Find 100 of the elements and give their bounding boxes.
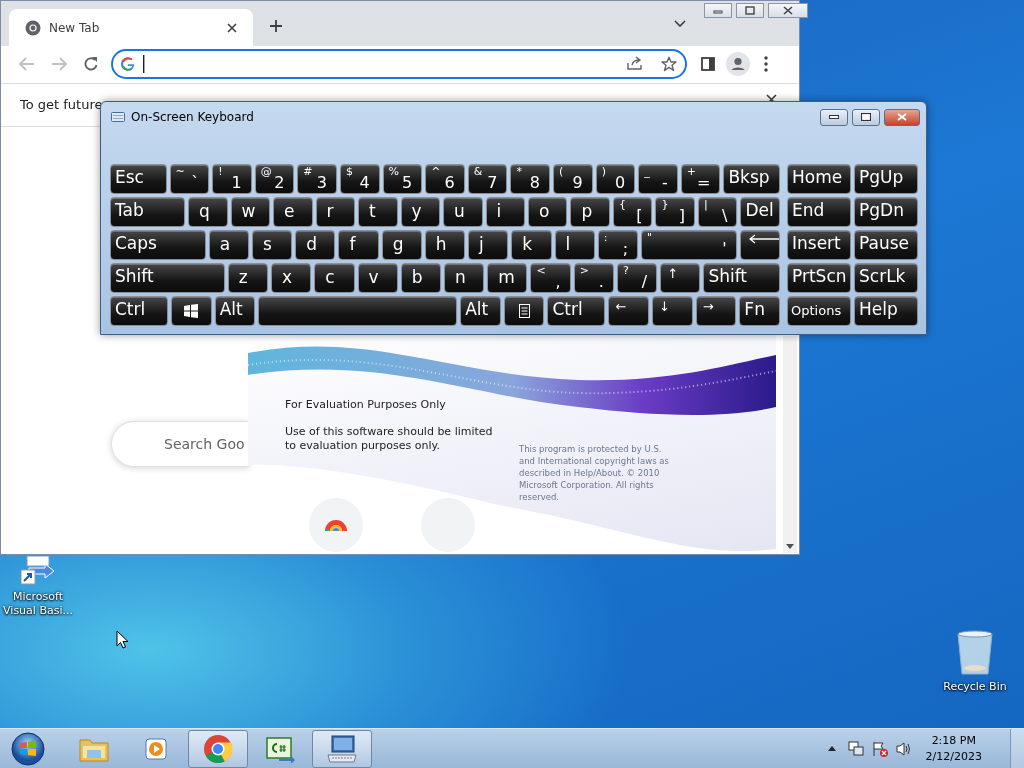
keyboard-key[interactable]: y xyxy=(400,197,440,227)
keyboard-key[interactable]: ? / xyxy=(616,263,658,293)
keyboard-key[interactable]: _ - xyxy=(638,164,678,194)
keyboard-key[interactable]: ) 0 xyxy=(595,164,636,194)
shortcut-tile[interactable] xyxy=(309,498,363,552)
keyboard-key[interactable]: q xyxy=(188,197,228,227)
keyboard-key[interactable]: Options xyxy=(787,296,851,326)
keyboard-key[interactable]: ScrLk xyxy=(854,263,918,293)
keyboard-key[interactable]: < , xyxy=(530,263,571,293)
keyboard-key[interactable]: ( 9 xyxy=(553,164,593,194)
keyboard-key[interactable] xyxy=(739,230,780,260)
keyboard-key[interactable]: → xyxy=(695,296,737,326)
keyboard-key[interactable]: { [ xyxy=(612,197,653,227)
keyboard-key[interactable]: ! 1 xyxy=(212,164,252,194)
keyboard-key[interactable]: j xyxy=(468,230,509,260)
keyboard-key[interactable]: Fn xyxy=(739,296,780,326)
clock[interactable]: 2:18 PM 2/12/2023 xyxy=(925,732,982,765)
keyboard-key[interactable]: PrtScn xyxy=(787,263,851,293)
keyboard-key[interactable]: s xyxy=(251,230,293,260)
keyboard-key[interactable]: l xyxy=(554,230,595,260)
keyboard-key[interactable]: % 5 xyxy=(382,164,423,194)
keyboard-key[interactable]: ~ ` xyxy=(169,164,210,194)
keyboard-key[interactable]: ↑ xyxy=(660,263,701,293)
keyboard-key[interactable]: Insert xyxy=(787,230,851,260)
keyboard-key[interactable]: Alt xyxy=(214,296,256,326)
keyboard-key[interactable]: i xyxy=(485,197,525,227)
taskbar-app-button[interactable] xyxy=(188,729,248,768)
keyboard-key[interactable]: } ] xyxy=(655,197,695,227)
menu-button[interactable] xyxy=(764,55,768,72)
profile-button[interactable] xyxy=(726,51,750,76)
scrollbar[interactable] xyxy=(783,336,797,553)
keyboard-key[interactable]: z xyxy=(227,263,269,293)
share-button[interactable] xyxy=(626,56,643,71)
address-bar[interactable] xyxy=(111,48,687,79)
keyboard-key[interactable]: & 7 xyxy=(467,164,508,194)
keyboard-key[interactable]: ^ 6 xyxy=(425,164,465,194)
keyboard-key[interactable]: Help xyxy=(854,296,918,326)
keyboard-key[interactable]: Caps xyxy=(110,230,206,260)
keyboard-key[interactable]: u xyxy=(443,197,483,227)
keyboard-key[interactable]: Pause xyxy=(854,230,918,260)
keyboard-key[interactable]: v xyxy=(357,263,398,293)
keyboard-key[interactable]: Ctrl xyxy=(547,296,606,326)
keyboard-key[interactable]: n xyxy=(444,263,485,293)
close-tab-button[interactable] xyxy=(227,22,237,33)
keyboard-key[interactable]: Tab xyxy=(110,197,186,227)
keyboard-key[interactable]: Shift xyxy=(110,263,225,293)
keyboard-key[interactable]: End xyxy=(787,197,851,227)
keyboard-key[interactable]: ← xyxy=(608,296,650,326)
bookmark-button[interactable] xyxy=(661,55,677,72)
keyboard-key[interactable]: o xyxy=(528,197,568,227)
browser-tab[interactable]: New Tab xyxy=(9,9,253,46)
keyboard-key[interactable] xyxy=(171,296,212,326)
keyboard-key[interactable]: | \ xyxy=(697,197,738,227)
keyboard-key[interactable]: Shift xyxy=(703,263,780,293)
keyboard-key[interactable]: w xyxy=(230,197,271,227)
keyboard-key[interactable]: Ctrl xyxy=(110,296,168,326)
keyboard-key[interactable]: x xyxy=(271,263,312,293)
keyboard-key[interactable]: k xyxy=(511,230,552,260)
keyboard-key[interactable] xyxy=(503,296,545,326)
keyboard-key[interactable]: : ; xyxy=(597,230,639,260)
keyboard-key[interactable]: f xyxy=(338,230,379,260)
keyboard-key[interactable]: t xyxy=(358,197,398,227)
minimize-button[interactable] xyxy=(820,108,848,126)
desktop-icon-label[interactable]: Recycle Bin xyxy=(943,680,1007,694)
keyboard-key[interactable]: a xyxy=(208,230,249,260)
keyboard-key[interactable]: h xyxy=(424,230,466,260)
search-field[interactable]: Search Goo xyxy=(111,421,249,467)
keyboard-key[interactable]: e xyxy=(273,197,313,227)
keyboard-key[interactable]: @ 2 xyxy=(254,164,295,194)
keyboard-key[interactable]: r xyxy=(315,197,356,227)
network-icon[interactable] xyxy=(847,740,864,757)
keyboard-key[interactable]: c xyxy=(314,263,355,293)
side-panel-button[interactable] xyxy=(701,56,715,71)
keyboard-key[interactable]: Home xyxy=(787,164,851,194)
keyboard-key[interactable]: ↓ xyxy=(652,296,693,326)
tab-search-button[interactable] xyxy=(674,20,686,28)
keyboard-key[interactable]: * 8 xyxy=(510,164,550,194)
keyboard-key[interactable]: Del xyxy=(740,197,780,227)
reload-button[interactable] xyxy=(83,55,99,72)
taskbar-app-button[interactable] xyxy=(312,729,372,768)
close-window-button[interactable] xyxy=(884,108,920,126)
keyboard-key[interactable]: " ' xyxy=(641,230,737,260)
keyboard-key[interactable]: Bksp xyxy=(723,164,780,194)
action-center-flag-icon[interactable] xyxy=(871,740,888,757)
keyboard-key[interactable]: b xyxy=(400,263,441,293)
keyboard-key[interactable]: Esc xyxy=(110,164,167,194)
space-bar[interactable] xyxy=(258,296,458,326)
new-tab-button[interactable] xyxy=(269,19,283,33)
show-hidden-icons-button[interactable] xyxy=(827,746,836,751)
speaker-icon[interactable] xyxy=(895,740,912,757)
keyboard-key[interactable]: d xyxy=(295,230,336,260)
keyboard-key[interactable]: p xyxy=(570,197,610,227)
keyboard-key[interactable]: PgDn xyxy=(854,197,918,227)
keyboard-key[interactable]: g xyxy=(381,230,422,260)
keyboard-key[interactable]: # 3 xyxy=(297,164,337,194)
keyboard-key[interactable]: m xyxy=(487,263,528,293)
keyboard-key[interactable]: $ 4 xyxy=(339,164,380,194)
keyboard-key[interactable]: > . xyxy=(573,263,614,293)
keyboard-key[interactable]: + = xyxy=(680,164,721,194)
keyboard-key[interactable]: Alt xyxy=(460,296,501,326)
